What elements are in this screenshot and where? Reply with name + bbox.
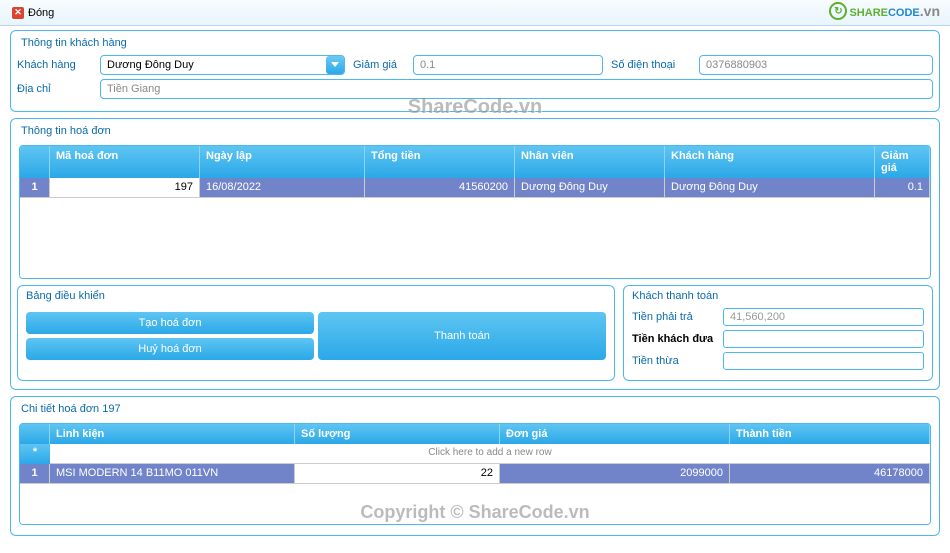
must-pay-input bbox=[723, 308, 924, 326]
detail-panel-title: Chi tiết hoá đơn 197 bbox=[17, 401, 933, 421]
control-panel-title: Bảng điều khiển bbox=[22, 288, 610, 308]
toolbar: ✕ Đóng bbox=[0, 0, 950, 26]
label-customer: Khách hàng bbox=[17, 59, 92, 71]
invoice-panel: Thông tin hoá đơn Mã hoá đơn Ngày lập Tổ… bbox=[10, 118, 940, 390]
combo-dropdown-icon[interactable] bbox=[326, 56, 344, 74]
invoice-row[interactable]: 1 197 16/08/2022 41560200 Dương Đông Duy… bbox=[20, 178, 930, 198]
cash-given-input[interactable] bbox=[723, 330, 924, 348]
change-input bbox=[723, 352, 924, 370]
payment-panel-title: Khách thanh toán bbox=[628, 288, 928, 308]
label-must-pay: Tiền phải trả bbox=[632, 311, 717, 323]
invoice-panel-title: Thông tin hoá đơn bbox=[17, 123, 933, 143]
customer-combo[interactable] bbox=[100, 55, 345, 75]
label-discount: Giảm giá bbox=[353, 59, 405, 71]
close-button[interactable]: ✕ Đóng bbox=[6, 5, 60, 21]
close-icon: ✕ bbox=[12, 7, 24, 19]
close-label: Đóng bbox=[28, 7, 54, 19]
invoice-grid[interactable]: Mã hoá đơn Ngày lập Tổng tiền Nhân viên … bbox=[19, 145, 931, 279]
create-invoice-button[interactable]: Tạo hoá đơn bbox=[26, 312, 314, 334]
new-row-marker[interactable]: * bbox=[20, 444, 50, 464]
control-panel: Bảng điều khiển Tạo hoá đơn Thanh toán H… bbox=[17, 285, 615, 381]
cancel-invoice-button[interactable]: Huỷ hoá đơn bbox=[26, 338, 314, 360]
payment-panel: Khách thanh toán Tiền phải trả Tiền khác… bbox=[623, 285, 933, 381]
pay-button[interactable]: Thanh toán bbox=[318, 312, 606, 360]
detail-grid-header: Linh kiện Số lượng Đơn giá Thành tiền bbox=[20, 424, 930, 444]
phone-input[interactable] bbox=[699, 55, 933, 75]
invoice-grid-header: Mã hoá đơn Ngày lập Tổng tiền Nhân viên … bbox=[20, 146, 930, 178]
detail-row[interactable]: 1 MSI MODERN 14 B11MO 011VN 22 2099000 4… bbox=[20, 464, 930, 484]
address-input[interactable] bbox=[100, 79, 933, 99]
logo: ↻ SHARECODE.vn bbox=[829, 2, 940, 20]
customer-panel: Thông tin khách hàng Khách hàng Giảm giá… bbox=[10, 30, 940, 112]
customer-panel-title: Thông tin khách hàng bbox=[17, 35, 933, 55]
detail-grid[interactable]: Linh kiện Số lượng Đơn giá Thành tiền * … bbox=[19, 423, 931, 525]
discount-input[interactable] bbox=[413, 55, 603, 75]
label-phone: Số điện thoại bbox=[611, 59, 691, 71]
detail-panel: Chi tiết hoá đơn 197 Linh kiện Số lượng … bbox=[10, 396, 940, 536]
label-cash-given: Tiền khách đưa bbox=[632, 333, 717, 345]
add-row-placeholder[interactable]: Click here to add a new row bbox=[50, 444, 930, 464]
logo-icon: ↻ bbox=[829, 2, 847, 20]
label-address: Địa chỉ bbox=[17, 83, 92, 95]
label-change: Tiền thừa bbox=[632, 355, 717, 367]
